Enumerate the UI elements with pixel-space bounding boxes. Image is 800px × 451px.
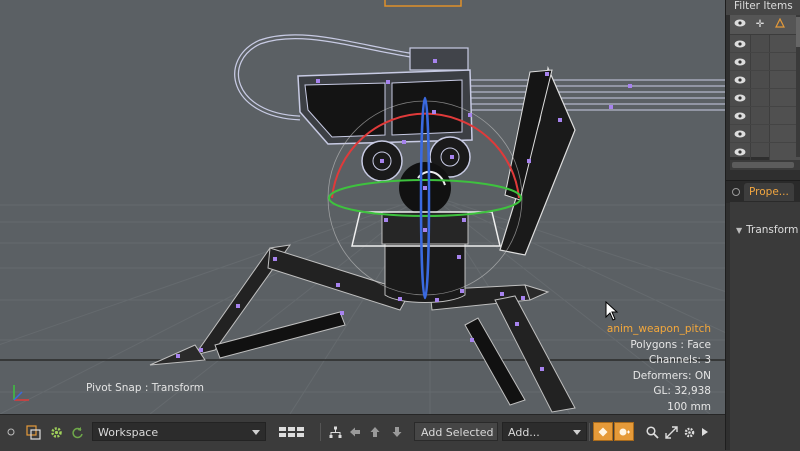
chevron-down-icon — [252, 430, 260, 435]
auto-key-button[interactable] — [614, 422, 634, 441]
gear-icon[interactable] — [46, 423, 66, 441]
eye-icon[interactable] — [730, 94, 750, 102]
tab-properties[interactable]: Prope... — [744, 183, 794, 201]
tab-menu-icon[interactable] — [732, 188, 740, 196]
bottom-toolbar: Workspace Add Selected Add... — [0, 414, 725, 451]
arrow-left-icon[interactable] — [346, 423, 364, 441]
search-icon[interactable] — [643, 423, 661, 441]
eye-icon[interactable] — [730, 58, 750, 66]
layout-grid-icon[interactable] — [272, 423, 312, 441]
mouse-cursor-icon — [605, 301, 619, 321]
3d-viewport[interactable]: Pivot Snap : Transform anim_weapon_pitch… — [0, 0, 725, 414]
axis-orientation-icon — [13, 385, 29, 401]
channels-count: Channels: 3 — [648, 354, 711, 366]
filter-items-field[interactable]: Filter Items — [726, 0, 800, 15]
item-list-hscrollbar[interactable] — [730, 160, 800, 170]
viewport-info-overlay: anim_weapon_pitch Polygons : Face Channe… — [607, 322, 711, 414]
list-item[interactable] — [730, 143, 800, 161]
item-list-header: ✛ — [730, 15, 800, 35]
workspace-dropdown[interactable]: Workspace — [92, 422, 266, 441]
dropdown-dot-icon[interactable] — [4, 423, 18, 441]
list-item[interactable] — [730, 89, 800, 107]
item-type-icon[interactable] — [770, 17, 790, 31]
add-selected-button[interactable]: Add Selected — [414, 422, 498, 441]
properties-panel — [730, 202, 800, 450]
list-item[interactable] — [730, 35, 800, 53]
hscrollbar-thumb[interactable] — [732, 162, 794, 168]
keyframe-diamond-icon — [598, 427, 608, 436]
item-list[interactable]: ✛ — [730, 15, 800, 161]
list-item[interactable] — [730, 53, 800, 71]
eye-icon[interactable] — [730, 148, 750, 156]
keyframe-button[interactable] — [593, 422, 613, 441]
expand-icon[interactable] — [662, 423, 680, 441]
arrow-up-icon[interactable] — [366, 423, 384, 441]
refresh-icon[interactable] — [68, 423, 86, 441]
add-item-icon[interactable]: ✛ — [750, 19, 770, 30]
deformers-status: Deformers: ON — [632, 369, 711, 382]
transform-section-header[interactable]: ▼ Transform — [736, 224, 798, 236]
transform-label: Transform — [746, 224, 799, 236]
move-key-icon — [619, 428, 630, 435]
list-item[interactable] — [730, 125, 800, 143]
grid-scale: 100 mm — [667, 400, 711, 413]
list-item[interactable] — [730, 107, 800, 125]
right-panel: Filter Items ✛ Prope... ▼ Transform — [725, 0, 800, 450]
scrollbar-thumb[interactable] — [796, 17, 800, 47]
hierarchy-icon[interactable] — [326, 423, 344, 441]
list-item[interactable] — [730, 71, 800, 89]
collapse-triangle-icon[interactable]: ▼ — [736, 226, 742, 235]
chevron-down-icon — [573, 430, 581, 435]
add-dropdown-value: Add... — [508, 426, 540, 439]
gl-polycount: GL: 32,938 — [653, 385, 711, 397]
eye-icon[interactable] — [730, 130, 750, 138]
layout-options-icon[interactable] — [24, 423, 44, 441]
visibility-column-icon[interactable] — [730, 19, 750, 30]
add-dropdown[interactable]: Add... — [502, 422, 587, 441]
eye-icon[interactable] — [730, 40, 750, 48]
play-arrow-icon[interactable] — [698, 423, 712, 441]
pivot-snap-status: Pivot Snap : Transform — [86, 382, 204, 394]
arrow-down-icon[interactable] — [388, 423, 406, 441]
selected-item-name: anim_weapon_pitch — [606, 323, 711, 335]
eye-icon[interactable] — [730, 112, 750, 120]
workspace-value: Workspace — [98, 426, 159, 439]
polygons-mode: Polygons : Face — [630, 338, 711, 351]
settings-gear-icon[interactable] — [680, 423, 698, 441]
item-list-scrollbar[interactable] — [796, 15, 800, 157]
properties-tabbar: Prope... — [726, 180, 800, 203]
eye-icon[interactable] — [730, 76, 750, 84]
